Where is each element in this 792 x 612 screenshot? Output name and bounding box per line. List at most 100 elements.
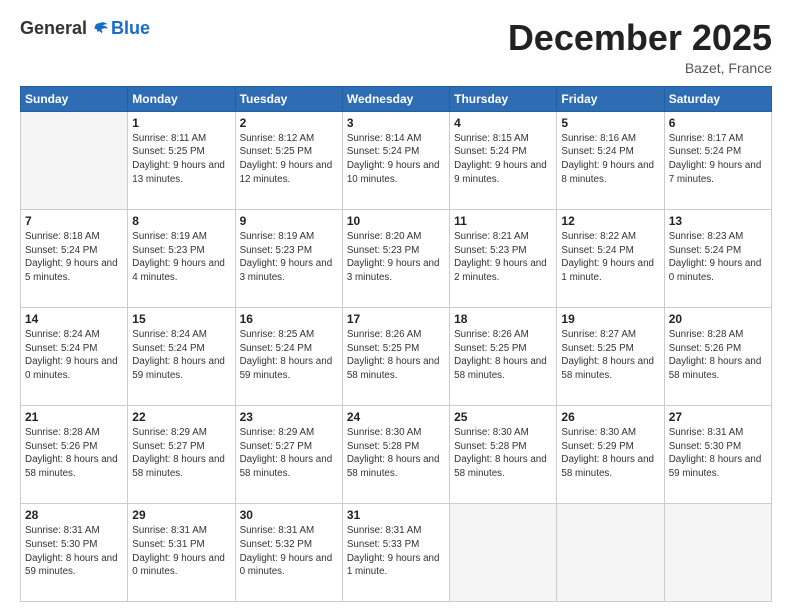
calendar-cell: 12Sunrise: 8:22 AM Sunset: 5:24 PM Dayli… — [557, 209, 664, 307]
location-subtitle: Bazet, France — [508, 60, 772, 76]
day-number: 20 — [669, 311, 767, 327]
calendar-cell: 4Sunrise: 8:15 AM Sunset: 5:24 PM Daylig… — [450, 111, 557, 209]
day-number: 18 — [454, 311, 552, 327]
calendar-week-1: 1Sunrise: 8:11 AM Sunset: 5:25 PM Daylig… — [21, 111, 772, 209]
calendar-week-4: 21Sunrise: 8:28 AM Sunset: 5:26 PM Dayli… — [21, 405, 772, 503]
day-number: 15 — [132, 311, 230, 327]
calendar-cell: 16Sunrise: 8:25 AM Sunset: 5:24 PM Dayli… — [235, 307, 342, 405]
day-number: 14 — [25, 311, 123, 327]
calendar-cell — [21, 111, 128, 209]
day-info: Sunrise: 8:17 AM Sunset: 5:24 PM Dayligh… — [669, 132, 767, 187]
day-info: Sunrise: 8:29 AM Sunset: 5:27 PM Dayligh… — [240, 426, 338, 481]
calendar-cell: 2Sunrise: 8:12 AM Sunset: 5:25 PM Daylig… — [235, 111, 342, 209]
day-info: Sunrise: 8:25 AM Sunset: 5:24 PM Dayligh… — [240, 328, 338, 383]
calendar-cell: 24Sunrise: 8:30 AM Sunset: 5:28 PM Dayli… — [342, 405, 449, 503]
day-info: Sunrise: 8:29 AM Sunset: 5:27 PM Dayligh… — [132, 426, 230, 481]
day-number: 12 — [561, 213, 659, 229]
calendar-cell: 1Sunrise: 8:11 AM Sunset: 5:25 PM Daylig… — [128, 111, 235, 209]
day-info: Sunrise: 8:30 AM Sunset: 5:29 PM Dayligh… — [561, 426, 659, 481]
day-number: 25 — [454, 409, 552, 425]
day-info: Sunrise: 8:31 AM Sunset: 5:30 PM Dayligh… — [669, 426, 767, 481]
calendar-cell — [450, 503, 557, 601]
day-info: Sunrise: 8:24 AM Sunset: 5:24 PM Dayligh… — [25, 328, 123, 383]
day-number: 29 — [132, 507, 230, 523]
day-info: Sunrise: 8:31 AM Sunset: 5:32 PM Dayligh… — [240, 524, 338, 579]
day-number: 27 — [669, 409, 767, 425]
calendar-cell: 27Sunrise: 8:31 AM Sunset: 5:30 PM Dayli… — [664, 405, 771, 503]
day-info: Sunrise: 8:26 AM Sunset: 5:25 PM Dayligh… — [454, 328, 552, 383]
page: General Blue December 2025 Bazet, France… — [0, 0, 792, 612]
header: General Blue December 2025 Bazet, France — [20, 18, 772, 76]
calendar-cell: 10Sunrise: 8:20 AM Sunset: 5:23 PM Dayli… — [342, 209, 449, 307]
day-number: 23 — [240, 409, 338, 425]
calendar-cell: 14Sunrise: 8:24 AM Sunset: 5:24 PM Dayli… — [21, 307, 128, 405]
day-number: 4 — [454, 115, 552, 131]
day-info: Sunrise: 8:30 AM Sunset: 5:28 PM Dayligh… — [347, 426, 445, 481]
weekday-header-row: SundayMondayTuesdayWednesdayThursdayFrid… — [21, 86, 772, 111]
calendar-cell: 13Sunrise: 8:23 AM Sunset: 5:24 PM Dayli… — [664, 209, 771, 307]
calendar-cell — [557, 503, 664, 601]
day-number: 26 — [561, 409, 659, 425]
calendar-cell: 5Sunrise: 8:16 AM Sunset: 5:24 PM Daylig… — [557, 111, 664, 209]
day-number: 2 — [240, 115, 338, 131]
weekday-header-saturday: Saturday — [664, 86, 771, 111]
calendar-cell: 7Sunrise: 8:18 AM Sunset: 5:24 PM Daylig… — [21, 209, 128, 307]
calendar-cell: 22Sunrise: 8:29 AM Sunset: 5:27 PM Dayli… — [128, 405, 235, 503]
calendar-cell: 9Sunrise: 8:19 AM Sunset: 5:23 PM Daylig… — [235, 209, 342, 307]
day-info: Sunrise: 8:31 AM Sunset: 5:31 PM Dayligh… — [132, 524, 230, 579]
day-number: 10 — [347, 213, 445, 229]
day-info: Sunrise: 8:21 AM Sunset: 5:23 PM Dayligh… — [454, 230, 552, 285]
day-number: 9 — [240, 213, 338, 229]
day-number: 1 — [132, 115, 230, 131]
calendar-cell: 20Sunrise: 8:28 AM Sunset: 5:26 PM Dayli… — [664, 307, 771, 405]
logo: General Blue — [20, 18, 150, 39]
calendar-cell: 23Sunrise: 8:29 AM Sunset: 5:27 PM Dayli… — [235, 405, 342, 503]
day-info: Sunrise: 8:23 AM Sunset: 5:24 PM Dayligh… — [669, 230, 767, 285]
day-number: 13 — [669, 213, 767, 229]
logo-bird-icon — [91, 20, 109, 38]
calendar-cell: 19Sunrise: 8:27 AM Sunset: 5:25 PM Dayli… — [557, 307, 664, 405]
day-info: Sunrise: 8:19 AM Sunset: 5:23 PM Dayligh… — [240, 230, 338, 285]
day-number: 21 — [25, 409, 123, 425]
calendar-cell — [664, 503, 771, 601]
day-number: 28 — [25, 507, 123, 523]
day-info: Sunrise: 8:28 AM Sunset: 5:26 PM Dayligh… — [669, 328, 767, 383]
day-number: 8 — [132, 213, 230, 229]
calendar-week-5: 28Sunrise: 8:31 AM Sunset: 5:30 PM Dayli… — [21, 503, 772, 601]
calendar-cell: 25Sunrise: 8:30 AM Sunset: 5:28 PM Dayli… — [450, 405, 557, 503]
day-info: Sunrise: 8:12 AM Sunset: 5:25 PM Dayligh… — [240, 132, 338, 187]
calendar-cell: 8Sunrise: 8:19 AM Sunset: 5:23 PM Daylig… — [128, 209, 235, 307]
title-block: December 2025 Bazet, France — [508, 18, 772, 76]
calendar-cell: 21Sunrise: 8:28 AM Sunset: 5:26 PM Dayli… — [21, 405, 128, 503]
day-info: Sunrise: 8:18 AM Sunset: 5:24 PM Dayligh… — [25, 230, 123, 285]
day-info: Sunrise: 8:20 AM Sunset: 5:23 PM Dayligh… — [347, 230, 445, 285]
day-info: Sunrise: 8:27 AM Sunset: 5:25 PM Dayligh… — [561, 328, 659, 383]
day-number: 16 — [240, 311, 338, 327]
day-info: Sunrise: 8:28 AM Sunset: 5:26 PM Dayligh… — [25, 426, 123, 481]
day-number: 24 — [347, 409, 445, 425]
day-info: Sunrise: 8:31 AM Sunset: 5:30 PM Dayligh… — [25, 524, 123, 579]
weekday-header-wednesday: Wednesday — [342, 86, 449, 111]
calendar-cell: 31Sunrise: 8:31 AM Sunset: 5:33 PM Dayli… — [342, 503, 449, 601]
day-number: 30 — [240, 507, 338, 523]
calendar-cell: 11Sunrise: 8:21 AM Sunset: 5:23 PM Dayli… — [450, 209, 557, 307]
day-info: Sunrise: 8:15 AM Sunset: 5:24 PM Dayligh… — [454, 132, 552, 187]
calendar-cell: 29Sunrise: 8:31 AM Sunset: 5:31 PM Dayli… — [128, 503, 235, 601]
weekday-header-friday: Friday — [557, 86, 664, 111]
day-number: 17 — [347, 311, 445, 327]
calendar-cell: 17Sunrise: 8:26 AM Sunset: 5:25 PM Dayli… — [342, 307, 449, 405]
weekday-header-thursday: Thursday — [450, 86, 557, 111]
day-number: 7 — [25, 213, 123, 229]
day-info: Sunrise: 8:24 AM Sunset: 5:24 PM Dayligh… — [132, 328, 230, 383]
calendar-cell: 15Sunrise: 8:24 AM Sunset: 5:24 PM Dayli… — [128, 307, 235, 405]
day-info: Sunrise: 8:19 AM Sunset: 5:23 PM Dayligh… — [132, 230, 230, 285]
day-number: 11 — [454, 213, 552, 229]
month-title: December 2025 — [508, 18, 772, 58]
calendar-cell: 28Sunrise: 8:31 AM Sunset: 5:30 PM Dayli… — [21, 503, 128, 601]
day-number: 6 — [669, 115, 767, 131]
logo-general-text: General — [20, 18, 87, 39]
calendar-table: SundayMondayTuesdayWednesdayThursdayFrid… — [20, 86, 772, 602]
calendar-cell: 6Sunrise: 8:17 AM Sunset: 5:24 PM Daylig… — [664, 111, 771, 209]
day-info: Sunrise: 8:14 AM Sunset: 5:24 PM Dayligh… — [347, 132, 445, 187]
day-info: Sunrise: 8:11 AM Sunset: 5:25 PM Dayligh… — [132, 132, 230, 187]
